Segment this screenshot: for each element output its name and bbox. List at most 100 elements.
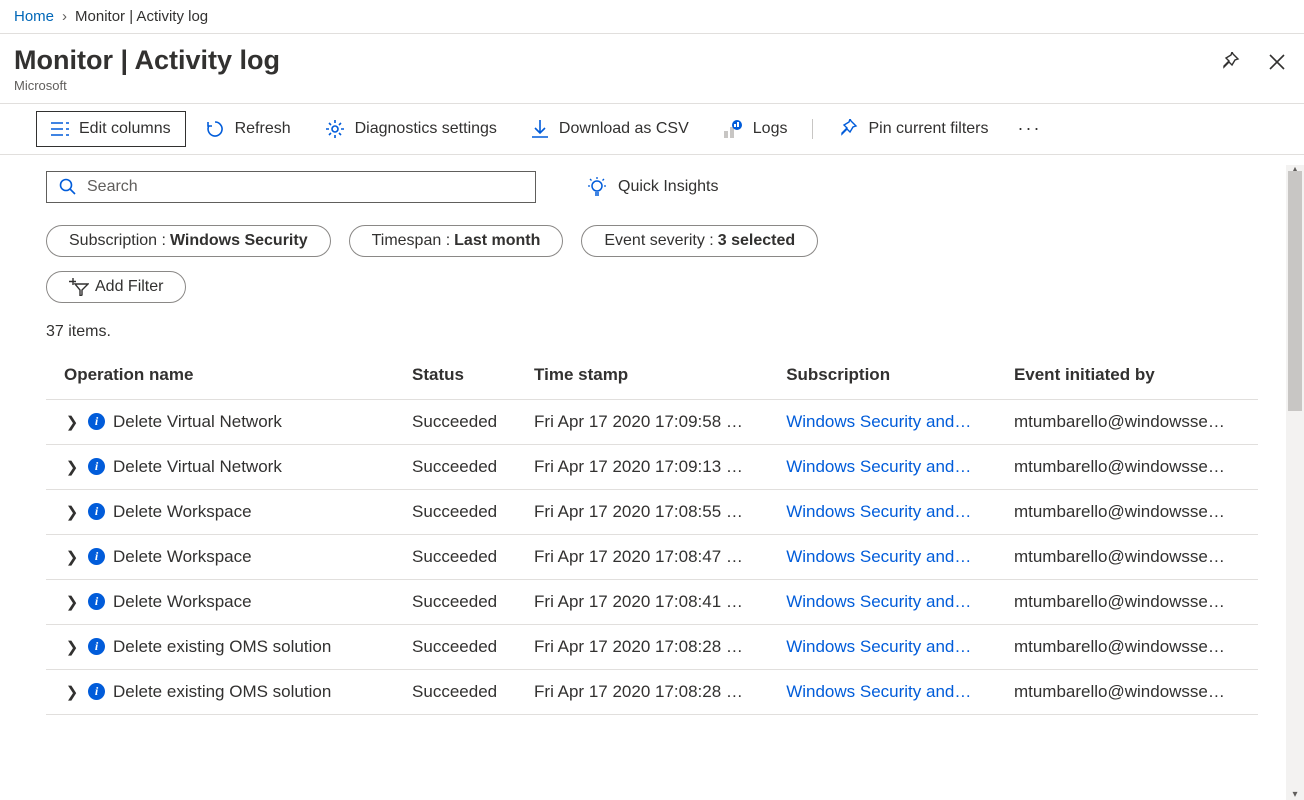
lightbulb-icon (586, 176, 608, 198)
scroll-down-arrow-icon[interactable]: ▾ (1286, 789, 1304, 800)
page-subtitle: Microsoft (14, 78, 280, 93)
diagnostics-settings-button[interactable]: Diagnostics settings (310, 110, 512, 148)
subscription-link[interactable]: Windows Security and… (786, 502, 971, 521)
initiated-by-cell: mtumbarello@windowsse… (1014, 489, 1258, 534)
status-cell: Succeeded (412, 444, 534, 489)
operation-name: Delete Workspace (113, 502, 252, 522)
initiated-by-cell: mtumbarello@windowsse… (1014, 669, 1258, 714)
filter-event-severity[interactable]: Event severity : 3 selected (581, 225, 818, 257)
pin-button[interactable] (1216, 48, 1244, 79)
timestamp-cell: Fri Apr 17 2020 17:08:28 … (534, 624, 786, 669)
vertical-scrollbar[interactable]: ▴ ▾ (1286, 165, 1304, 800)
table-row[interactable]: ❯ i Delete Workspace Succeeded Fri Apr 1… (46, 579, 1258, 624)
info-icon: i (88, 548, 105, 565)
breadcrumb-current: Monitor | Activity log (75, 8, 208, 25)
toolbar-label: Refresh (235, 120, 291, 138)
subscription-link[interactable]: Windows Security and… (786, 412, 971, 431)
initiated-by-cell: mtumbarello@windowsse… (1014, 579, 1258, 624)
info-icon: i (88, 593, 105, 610)
subscription-link[interactable]: Windows Security and… (786, 457, 971, 476)
subscription-link[interactable]: Windows Security and… (786, 547, 971, 566)
toolbar-label: Pin current filters (868, 120, 988, 138)
timestamp-cell: Fri Apr 17 2020 17:08:28 … (534, 669, 786, 714)
table-row[interactable]: ❯ i Delete Virtual Network Succeeded Fri… (46, 399, 1258, 444)
subscription-link[interactable]: Windows Security and… (786, 637, 971, 656)
scrollbar-thumb[interactable] (1288, 171, 1302, 411)
operation-name: Delete Workspace (113, 547, 252, 567)
table-row[interactable]: ❯ i Delete existing OMS solution Succeed… (46, 669, 1258, 714)
expand-chevron-icon[interactable]: ❯ (64, 458, 80, 476)
download-csv-button[interactable]: Download as CSV (516, 110, 704, 148)
toolbar: Edit columns Refresh Diagnostics setting… (0, 104, 1304, 155)
quick-insights-button[interactable]: Quick Insights (586, 176, 718, 198)
toolbar-label: Download as CSV (559, 120, 689, 138)
timestamp-cell: Fri Apr 17 2020 17:08:41 … (534, 579, 786, 624)
column-operation[interactable]: Operation name (46, 351, 412, 400)
expand-chevron-icon[interactable]: ❯ (64, 413, 80, 431)
pin-icon (838, 119, 858, 139)
filter-subscription[interactable]: Subscription : Windows Security (46, 225, 331, 257)
filter-timespan[interactable]: Timespan : Last month (349, 225, 564, 257)
filter-row: Subscription : Windows Security Timespan… (46, 225, 1258, 257)
edit-columns-button[interactable]: Edit columns (36, 111, 186, 147)
search-input[interactable] (87, 178, 523, 196)
table-row[interactable]: ❯ i Delete Workspace Succeeded Fri Apr 1… (46, 534, 1258, 579)
breadcrumb: Home › Monitor | Activity log (0, 0, 1304, 34)
expand-chevron-icon[interactable]: ❯ (64, 548, 80, 566)
subscription-link[interactable]: Windows Security and… (786, 592, 971, 611)
toolbar-more-button[interactable]: ··· (1008, 112, 1052, 145)
initiated-by-cell: mtumbarello@windowsse… (1014, 624, 1258, 669)
column-initiated-by[interactable]: Event initiated by (1014, 351, 1258, 400)
refresh-button[interactable]: Refresh (190, 110, 306, 148)
filter-value: Last month (454, 232, 540, 250)
expand-chevron-icon[interactable]: ❯ (64, 503, 80, 521)
column-timestamp[interactable]: Time stamp (534, 351, 786, 400)
filter-label: Event severity : (604, 232, 713, 250)
chevron-right-icon: › (62, 8, 67, 25)
status-cell: Succeeded (412, 534, 534, 579)
operation-name: Delete Virtual Network (113, 457, 282, 477)
add-filter-button[interactable]: Add Filter (46, 271, 186, 303)
status-cell: Succeeded (412, 489, 534, 534)
expand-chevron-icon[interactable]: ❯ (64, 593, 80, 611)
logs-icon (723, 119, 743, 139)
breadcrumb-home[interactable]: Home (14, 8, 54, 25)
info-icon: i (88, 413, 105, 430)
timestamp-cell: Fri Apr 17 2020 17:09:58 … (534, 399, 786, 444)
table-row[interactable]: ❯ i Delete Workspace Succeeded Fri Apr 1… (46, 489, 1258, 534)
refresh-icon (205, 119, 225, 139)
status-cell: Succeeded (412, 624, 534, 669)
toolbar-separator (812, 119, 813, 139)
column-subscription[interactable]: Subscription (786, 351, 1014, 400)
quick-insights-label: Quick Insights (618, 178, 718, 196)
status-cell: Succeeded (412, 669, 534, 714)
toolbar-label: Logs (753, 120, 788, 138)
activity-log-table: Operation name Status Time stamp Subscri… (46, 351, 1258, 715)
toolbar-label: Diagnostics settings (355, 120, 497, 138)
timestamp-cell: Fri Apr 17 2020 17:08:47 … (534, 534, 786, 579)
column-status[interactable]: Status (412, 351, 534, 400)
page-title: Monitor | Activity log (14, 46, 280, 76)
table-row[interactable]: ❯ i Delete Virtual Network Succeeded Fri… (46, 444, 1258, 489)
subscription-link[interactable]: Windows Security and… (786, 682, 971, 701)
operation-name: Delete Virtual Network (113, 412, 282, 432)
pin-current-filters-button[interactable]: Pin current filters (823, 110, 1003, 148)
info-icon: i (88, 503, 105, 520)
close-button[interactable] (1264, 48, 1290, 79)
info-icon: i (88, 683, 105, 700)
status-cell: Succeeded (412, 399, 534, 444)
table-header-row: Operation name Status Time stamp Subscri… (46, 351, 1258, 400)
table-row[interactable]: ❯ i Delete existing OMS solution Succeed… (46, 624, 1258, 669)
add-filter-icon (69, 278, 89, 296)
expand-chevron-icon[interactable]: ❯ (64, 683, 80, 701)
search-box[interactable] (46, 171, 536, 203)
operation-name: Delete existing OMS solution (113, 682, 331, 702)
filter-label: Timespan : (372, 232, 451, 250)
logs-button[interactable]: Logs (708, 110, 803, 148)
initiated-by-cell: mtumbarello@windowsse… (1014, 399, 1258, 444)
info-icon: i (88, 458, 105, 475)
item-count: 37 items. (46, 323, 1258, 341)
columns-icon (51, 121, 69, 137)
expand-chevron-icon[interactable]: ❯ (64, 638, 80, 656)
info-icon: i (88, 638, 105, 655)
